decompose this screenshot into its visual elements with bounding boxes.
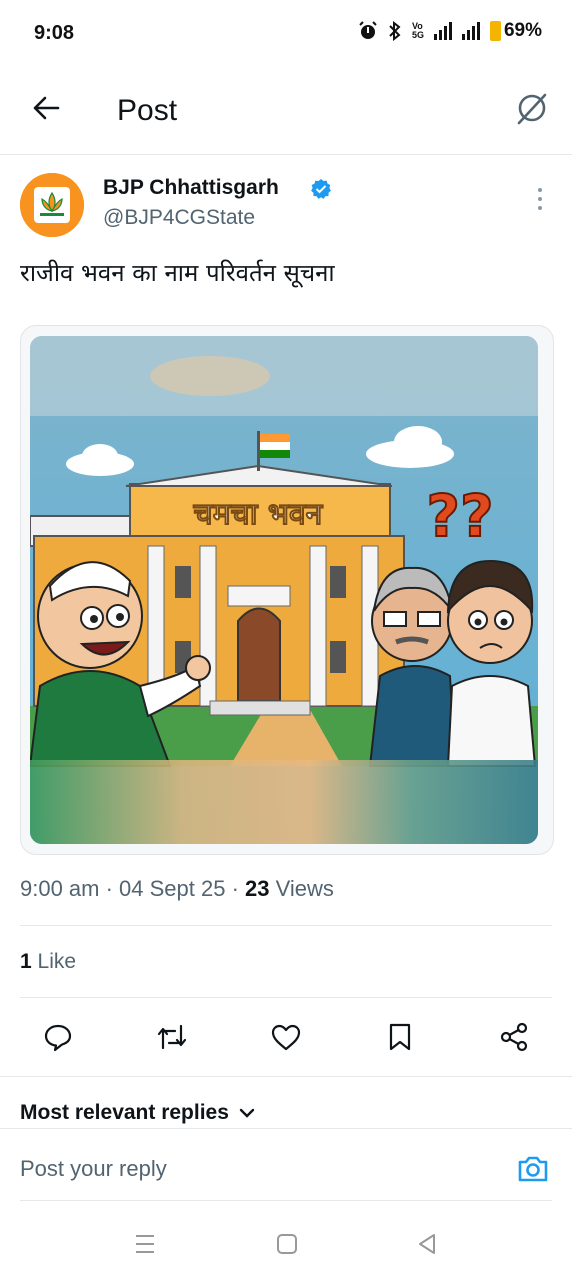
battery-indicator: 69%: [489, 20, 542, 42]
volte-icon: Vo 5G: [411, 21, 424, 40]
author-handle[interactable]: @BJP4CGState: [103, 206, 255, 230]
building-sign: चमचा भवन: [193, 497, 324, 532]
status-icons: Vo 5G 69%: [358, 20, 542, 42]
back-arrow-icon[interactable]: [30, 92, 62, 124]
signal-icon: [433, 22, 452, 40]
share-icon: [500, 1022, 528, 1052]
actions-divider: [0, 1076, 572, 1077]
chevron-down-icon: [239, 1108, 255, 1118]
likes-divider: [20, 997, 552, 998]
like-button[interactable]: [266, 1012, 306, 1062]
header-divider: [0, 154, 572, 155]
bookmark-icon: [389, 1023, 411, 1051]
question-marks: ??: [426, 482, 493, 550]
status-time: 9:08: [34, 22, 75, 44]
back-nav-icon[interactable]: [416, 1232, 438, 1256]
bluetooth-icon: [389, 21, 401, 41]
recents-icon[interactable]: [134, 1232, 156, 1256]
reply-divider: [0, 1128, 572, 1129]
signal-icon: [461, 22, 480, 40]
bookmark-button[interactable]: [380, 1012, 420, 1062]
replies-sort[interactable]: Most relevant replies: [20, 1101, 255, 1125]
cartoon-illustration: चमचा भवन ??: [30, 336, 538, 844]
bjp-lotus-logo: [20, 173, 84, 237]
page-title: Post: [117, 94, 178, 127]
likes-count[interactable]: 1 Like: [20, 950, 76, 974]
reply-input[interactable]: Post your reply: [20, 1156, 167, 1182]
alarm-icon: [359, 21, 377, 39]
like-icon: [271, 1024, 301, 1051]
meta-divider: [20, 925, 552, 926]
reply-button[interactable]: [38, 1012, 78, 1062]
views-count: 23: [245, 876, 270, 901]
verified-badge-icon: [311, 179, 331, 199]
post-timestamp: 9:00 am · 04 Sept 25 · 23 Views: [20, 876, 334, 901]
more-options-icon[interactable]: [536, 188, 544, 212]
input-divider: [20, 1200, 552, 1201]
battery-icon: [489, 20, 501, 41]
grok-icon[interactable]: [514, 90, 550, 126]
share-button[interactable]: [494, 1012, 534, 1062]
post-image[interactable]: चमचा भवन ??: [30, 336, 538, 844]
action-bar: [0, 1012, 572, 1062]
reply-icon: [44, 1024, 72, 1052]
home-icon[interactable]: [276, 1232, 298, 1256]
repost-button[interactable]: [152, 1012, 192, 1062]
post-text: राजीव भवन का नाम परिवर्तन सूचना: [20, 259, 335, 287]
repost-icon: [157, 1024, 187, 1050]
camera-icon[interactable]: [516, 1152, 550, 1186]
avatar[interactable]: [20, 173, 84, 237]
author-name[interactable]: BJP Chhattisgarh: [103, 176, 279, 200]
